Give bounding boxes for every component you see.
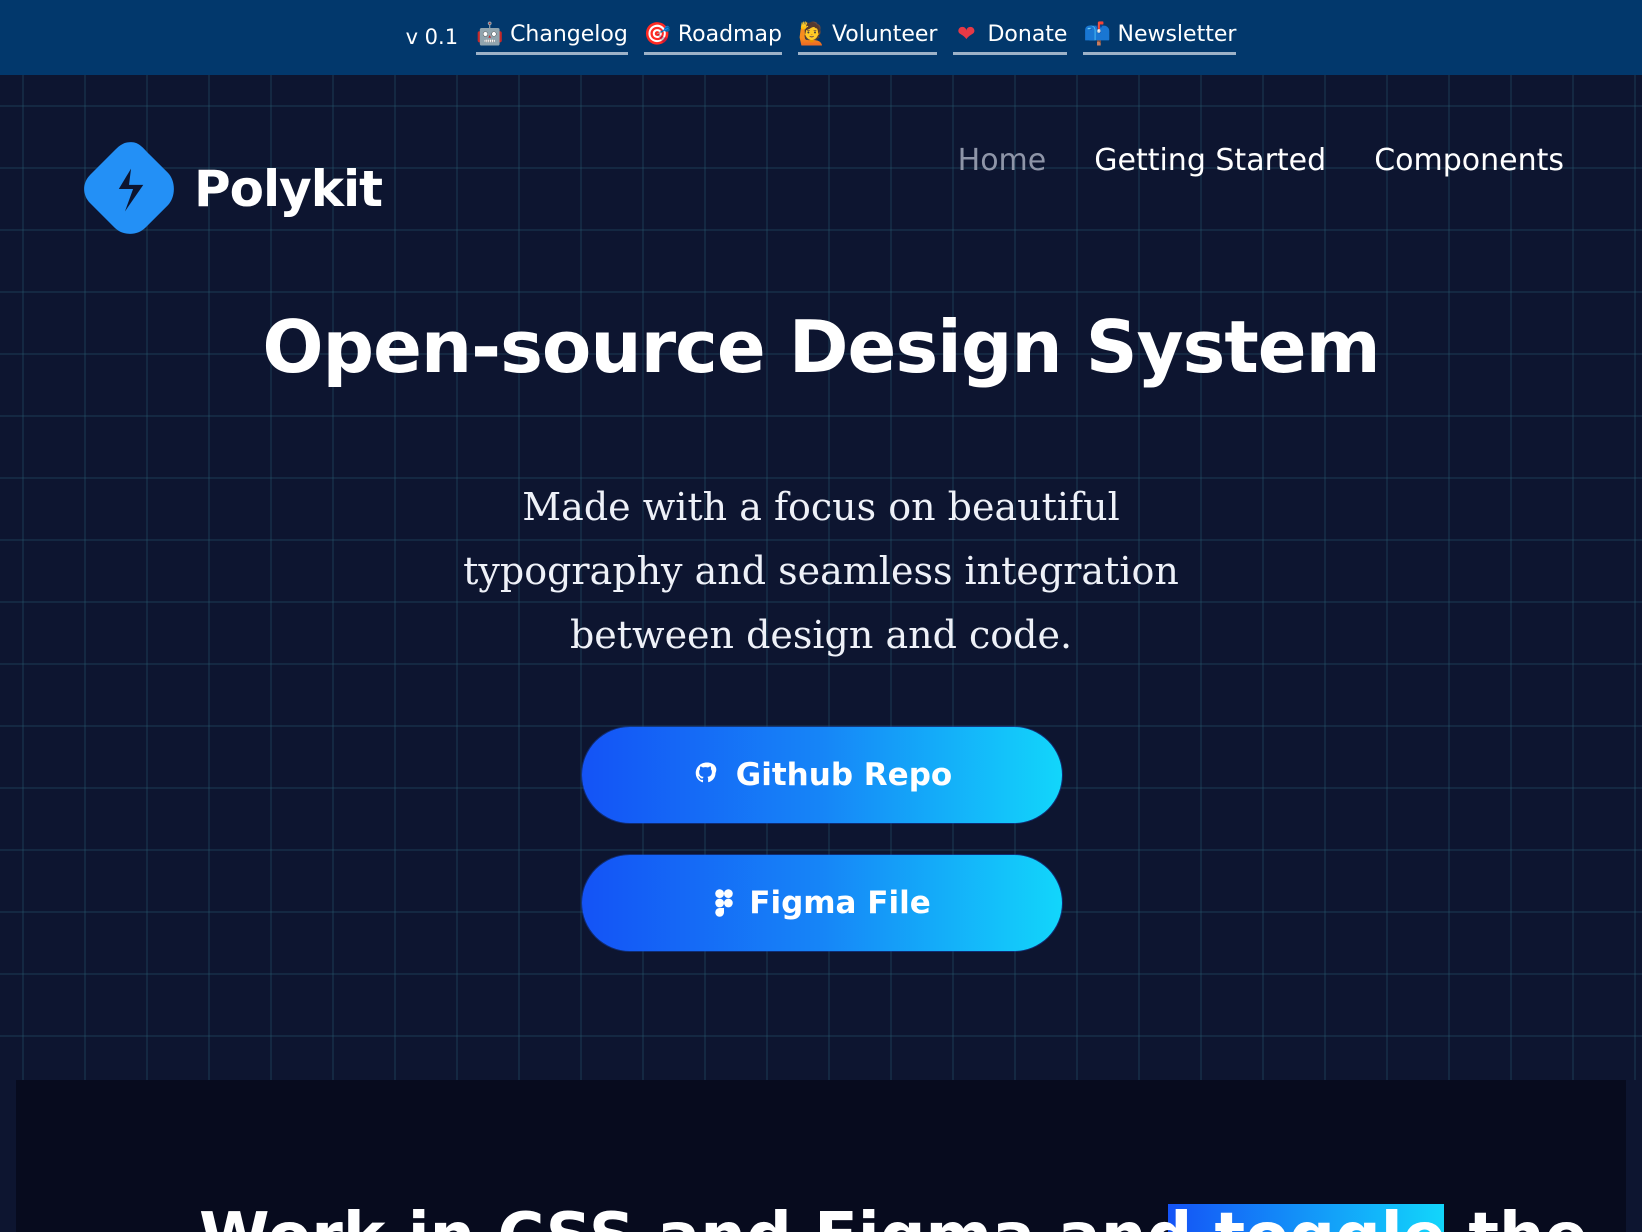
topbar-link-label: Volunteer <box>831 22 938 47</box>
logo-link[interactable]: Polykit <box>78 138 383 240</box>
nav-item-components[interactable]: Components <box>1374 143 1564 178</box>
polykit-logo-icon <box>84 142 174 234</box>
topbar-link-label: Roadmap <box>677 22 782 47</box>
hero-headline: Open-source Design System <box>262 305 1380 389</box>
logo-text: Polykit <box>194 160 383 218</box>
target-icon: 🎯 <box>643 22 672 47</box>
robot-icon: 🤖 <box>476 22 504 47</box>
topbar-link-volunteer[interactable]: 🙋 Volunteer <box>797 18 938 55</box>
topbar-link-roadmap[interactable]: 🎯 Roadmap <box>643 18 782 55</box>
version-label: v 0.1 <box>405 24 459 49</box>
mailbox-icon: 📫 <box>1083 22 1111 47</box>
topbar-link-donate[interactable]: ❤ Donate <box>953 18 1068 55</box>
feature-section: Work in CSS and Figma and toggle the <box>16 1080 1626 1232</box>
main-nav: Home Getting Started Components <box>958 143 1564 178</box>
github-repo-button[interactable]: Github Repo <box>582 727 1062 823</box>
hero-subtitle-line: Made with a focus on beautiful <box>522 485 1120 529</box>
hero-subtitle: Made with a focus on beautiful typograph… <box>0 475 1642 667</box>
github-repo-label: Github Repo <box>735 757 953 793</box>
figma-icon <box>715 889 734 917</box>
raising-hand-icon: 🙋 <box>797 22 826 47</box>
hero-section: Polykit Home Getting Started Components … <box>0 75 1642 1080</box>
github-icon <box>695 762 717 783</box>
topbar-link-label: Changelog <box>510 22 628 47</box>
topbar-link-newsletter[interactable]: 📫 Newsletter <box>1083 18 1237 55</box>
announcement-bar: v 0.1 🤖 Changelog 🎯 Roadmap 🙋 Volunteer … <box>0 0 1642 75</box>
figma-file-button[interactable]: Figma File <box>582 855 1062 951</box>
feature-title: Work in CSS and Figma and toggle the <box>199 1200 1588 1232</box>
heart-icon: ❤ <box>957 22 976 47</box>
hero-subtitle-line: typography and seamless integration <box>463 549 1179 593</box>
hero-subtitle-line: between design and code. <box>569 613 1073 657</box>
nav-item-getting-started[interactable]: Getting Started <box>1094 143 1326 178</box>
figma-file-label: Figma File <box>749 885 931 921</box>
topbar-link-label: Newsletter <box>1117 22 1237 47</box>
topbar-link-changelog[interactable]: 🤖 Changelog <box>476 18 628 55</box>
nav-item-home[interactable]: Home <box>958 143 1047 178</box>
topbar-link-label: Donate <box>987 22 1068 47</box>
